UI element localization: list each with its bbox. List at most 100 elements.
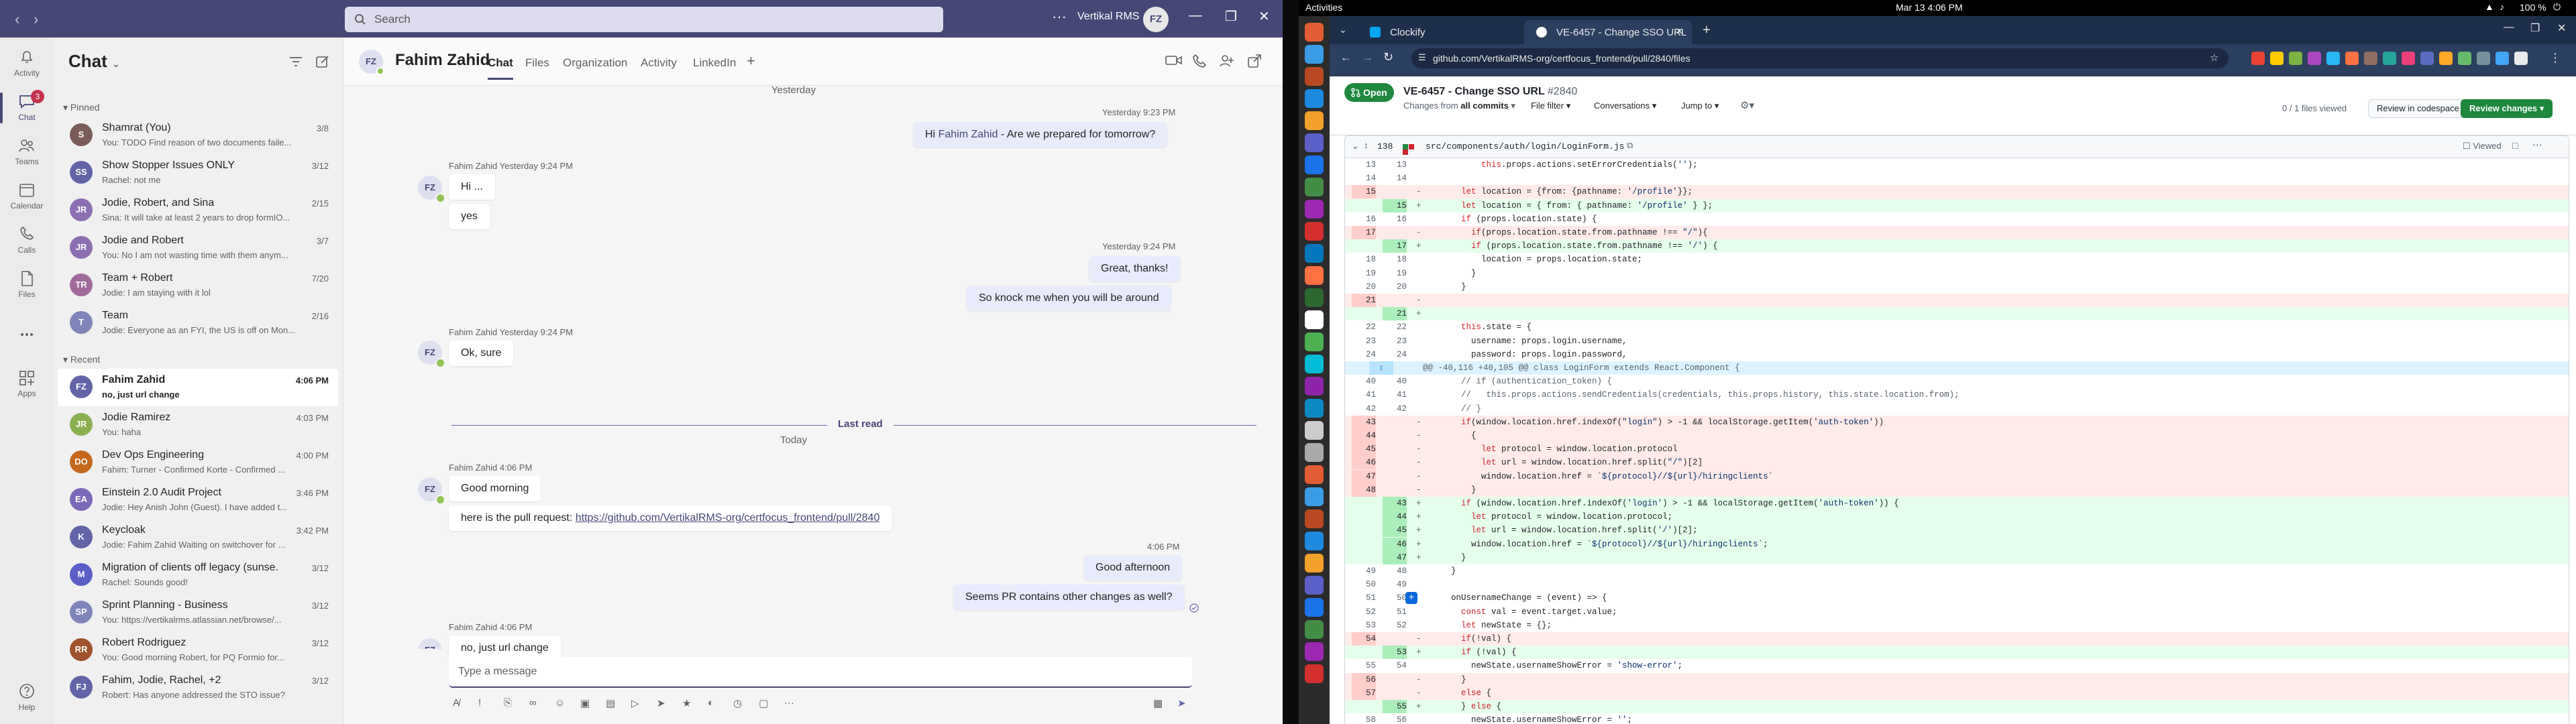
chat-list-item[interactable]: JR Jodie Ramirez You: haha 4:03 PM <box>58 406 338 444</box>
chat-list-item[interactable]: RR Robert Rodriguez You: Good morning Robe… <box>58 631 338 669</box>
new-line-number[interactable]: 51 <box>1383 605 1407 619</box>
volume-icon[interactable]: ♪ <box>2500 1 2504 12</box>
new-line-number[interactable]: 22 <box>1383 320 1407 334</box>
rail-files[interactable]: Files <box>0 263 54 307</box>
new-line-number[interactable]: 48 <box>1383 564 1407 578</box>
extension-icon[interactable] <box>2345 52 2359 65</box>
old-line-number[interactable]: 41 <box>1352 388 1376 402</box>
diff-line[interactable]: 17 - if(props.location.state.from.pathnam… <box>1345 226 2569 240</box>
diff-line[interactable]: 54 - if(!val) { <box>1345 632 2569 646</box>
old-line-number[interactable]: 51 <box>1352 591 1376 605</box>
extension-icon[interactable] <box>2383 52 2396 65</box>
chat-list-item[interactable]: FJ Fahim, Jodie, Rachel, +2 Robert: Has an… <box>58 669 338 707</box>
firefox-icon[interactable] <box>1305 465 1324 484</box>
ubuntu-software-icon[interactable] <box>1305 509 1324 528</box>
power-icon[interactable]: ⏻ <box>2553 1 2561 13</box>
files-icon[interactable] <box>1305 111 1324 130</box>
old-line-number[interactable]: 55 <box>1352 659 1376 672</box>
diff-line[interactable]: 45 - let protocol = window.location.proto… <box>1345 442 2569 457</box>
video-call-icon[interactable] <box>1165 54 1183 67</box>
new-line-number[interactable]: 21 <box>1383 307 1407 321</box>
text-editor-icon[interactable] <box>1305 310 1324 329</box>
old-line-number[interactable]: 47 <box>1352 469 1376 483</box>
chat-list-item[interactable]: K Keycloak Jodie: Fahim Zahid Waiting on s… <box>58 519 338 556</box>
message-bubble-link[interactable]: here is the pull request: https://github… <box>449 505 892 531</box>
diff-line[interactable]: 47 + } <box>1345 550 2569 564</box>
diff-line[interactable]: 19 19 } <box>1345 267 2569 280</box>
extension-icon[interactable] <box>2251 52 2265 65</box>
teams-icon[interactable] <box>1305 576 1324 595</box>
browser-menu-icon[interactable]: ⋮ <box>2549 51 2561 65</box>
schedule-icon[interactable]: ◷ <box>733 697 748 712</box>
old-line-number[interactable]: 43 <box>1352 415 1376 429</box>
extension-icon[interactable] <box>2420 52 2434 65</box>
chat-list-item[interactable]: SP Sprint Planning - Business You: https:/… <box>58 594 338 631</box>
diff-line[interactable]: 23 23 username: props.login.username, <box>1345 335 2569 348</box>
settings-icon[interactable] <box>1305 244 1324 263</box>
new-line-number[interactable]: 15 <box>1383 198 1407 213</box>
gif-icon[interactable]: ▣ <box>580 697 595 712</box>
bookmark-star-icon[interactable]: ☆ <box>2210 52 2218 64</box>
pinned-section-label[interactable]: ▾ Pinned <box>63 102 100 113</box>
new-line-number[interactable]: 23 <box>1383 335 1407 348</box>
old-line-number[interactable]: 20 <box>1352 280 1376 294</box>
new-line-number[interactable]: 24 <box>1383 348 1407 361</box>
diff-line[interactable]: 20 20 } <box>1345 280 2569 294</box>
chat-list-item[interactable]: S Shamrat (You) You: TODO Find reason of t… <box>58 117 338 154</box>
org-name[interactable]: Vertikal RMS <box>1077 11 1139 23</box>
diff-line[interactable]: 50 49 <box>1345 578 2569 591</box>
send-later-icon[interactable]: ➤ <box>657 697 672 712</box>
new-line-number[interactable]: 19 <box>1383 267 1407 280</box>
meet-now-icon[interactable]: ▷ <box>631 697 646 712</box>
send-icon[interactable]: ➤ <box>1177 697 1192 712</box>
old-line-number[interactable]: 42 <box>1352 402 1376 416</box>
changes-from-dropdown[interactable]: Changes from all commits ▾ <box>1403 101 1515 111</box>
viewed-checkbox[interactable]: ☐ Viewed <box>2463 141 2502 152</box>
message-bubble[interactable]: Hi ... <box>449 174 495 200</box>
window-minimize-icon[interactable]: — <box>2504 21 2514 34</box>
loop-icon[interactable]: ∞ <box>529 697 544 712</box>
diff-line[interactable]: 44 - { <box>1345 429 2569 443</box>
extension-icon[interactable] <box>2364 52 2377 65</box>
message-bubble[interactable]: Ok, sure <box>449 341 514 366</box>
message-bubble[interactable]: Great, thanks! <box>1089 256 1181 282</box>
old-line-number[interactable]: 17 <box>1352 226 1376 239</box>
gitkraken-icon[interactable] <box>1305 266 1324 285</box>
audio-call-icon[interactable] <box>1192 54 1207 68</box>
new-line-number[interactable]: 16 <box>1383 213 1407 226</box>
diff-line[interactable]: 24 24 password: props.login.password, <box>1345 348 2569 361</box>
old-line-number[interactable]: 53 <box>1352 619 1376 632</box>
teams-icon[interactable] <box>1305 133 1324 152</box>
new-tab-icon[interactable]: + <box>1703 23 1711 38</box>
diff-line[interactable]: 47 - window.location.href = `${protocol}/… <box>1345 469 2569 483</box>
back-icon[interactable]: ← <box>1340 51 1352 64</box>
diff-line[interactable]: 55 + } else { <box>1345 700 2569 714</box>
new-line-number[interactable]: 50 <box>1383 591 1407 605</box>
tab-chat[interactable]: Chat <box>488 56 513 80</box>
new-line-number[interactable]: 40 <box>1383 375 1407 388</box>
extension-icon[interactable] <box>2326 52 2340 65</box>
obs-icon[interactable] <box>1305 377 1324 396</box>
rail-apps[interactable]: Apps <box>0 362 54 406</box>
ubuntu-software-icon[interactable] <box>1305 67 1324 86</box>
new-line-number[interactable]: 53 <box>1383 646 1407 660</box>
filter-icon[interactable] <box>288 55 303 68</box>
old-line-number[interactable]: 23 <box>1352 335 1376 348</box>
tab-linkedin[interactable]: LinkedIn <box>693 56 736 70</box>
diff-line[interactable]: 48 - } <box>1345 483 2569 497</box>
old-line-number[interactable]: 46 <box>1352 456 1376 470</box>
rail-calls[interactable]: Calls <box>0 219 54 263</box>
maximize-icon[interactable]: ❐ <box>1225 8 1237 25</box>
new-line-number[interactable]: 46 <box>1383 537 1407 551</box>
diff-line[interactable]: 56 - } <box>1345 672 2569 686</box>
slack-icon[interactable] <box>1305 200 1324 219</box>
old-line-number[interactable]: 54 <box>1352 632 1376 646</box>
new-line-number[interactable]: 41 <box>1383 388 1407 402</box>
chat-list-item[interactable]: DO Dev Ops Engineering Fahim: Turner - Con… <box>58 444 338 481</box>
extension-icon[interactable] <box>2439 52 2453 65</box>
diff-line[interactable]: 16 16 if (props.location.state) { <box>1345 213 2569 226</box>
diff-settings-gear-icon[interactable]: ⚙▾ <box>1740 99 1754 111</box>
diff-line[interactable]: 21 + <box>1345 307 2569 321</box>
postman-icon[interactable] <box>1305 664 1324 683</box>
old-line-number[interactable]: 57 <box>1352 686 1376 700</box>
